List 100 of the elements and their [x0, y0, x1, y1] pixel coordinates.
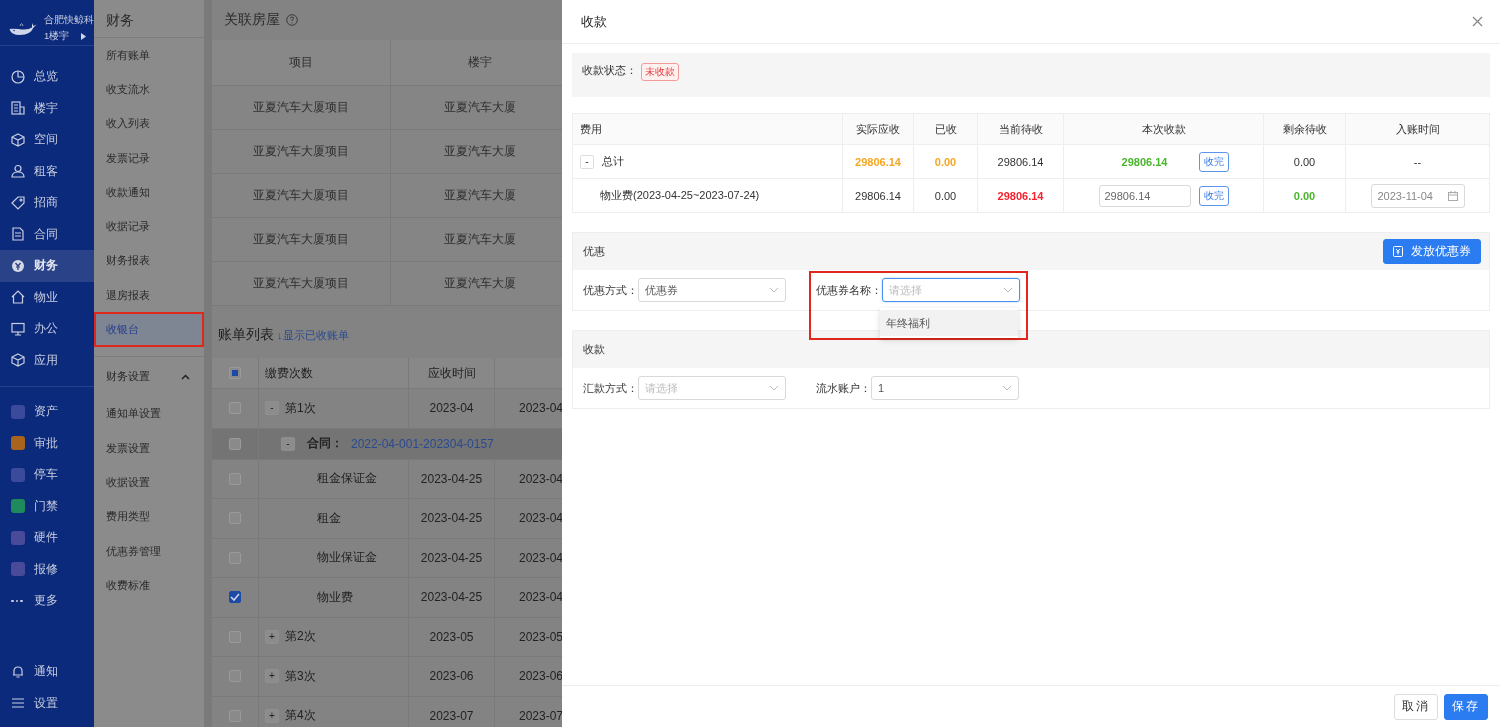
expand-toggle[interactable]: -	[265, 401, 279, 416]
submenu-item[interactable]: 收银台	[94, 312, 204, 347]
app-item[interactable]: 审批	[0, 427, 94, 459]
submenu-item[interactable]: 所有账单	[94, 38, 204, 73]
table-cell-text: --	[1412, 154, 1423, 170]
table-cell-text: 2023-06	[518, 668, 562, 686]
select-all-checkbox[interactable]	[229, 367, 241, 379]
row-checkbox[interactable]	[229, 437, 241, 450]
table-cell: 2023-04-25	[409, 459, 495, 498]
expand-toggle[interactable]: +	[265, 669, 279, 684]
field-label: 优惠券名称：	[816, 282, 882, 298]
submenu-item[interactable]: 发票记录	[94, 140, 204, 176]
nav-item[interactable]: 总览	[0, 61, 94, 93]
nav-item[interactable]: 合同	[0, 218, 94, 250]
table-cell: 2023-04	[409, 389, 495, 428]
chevron-icon	[769, 385, 779, 391]
caret-icon	[81, 33, 87, 40]
column-header: 本次收款	[1064, 114, 1264, 144]
panel-title: 收款	[583, 342, 605, 357]
collect-all-button[interactable]: 收完	[1198, 185, 1229, 206]
app-item[interactable]: 资产	[0, 396, 94, 428]
submenu-item[interactable]: 收支流水	[94, 72, 204, 107]
submenu-item[interactable]: 收据记录	[94, 209, 204, 244]
status-tag: 未收款	[641, 63, 679, 81]
table-cell-text: 物业费	[316, 588, 353, 606]
more-item[interactable]: 更多	[0, 585, 94, 617]
submenu-item[interactable]: 收费标准	[94, 568, 204, 603]
submenu-item[interactable]: 优惠券管理	[94, 533, 204, 569]
table-cell: 0.00	[914, 145, 978, 178]
column-header: 应收时间	[409, 358, 495, 388]
submenu-item[interactable]: 收款通知	[94, 175, 204, 210]
issue-coupon-button[interactable]: 发放优惠券	[1383, 239, 1481, 264]
nav-item[interactable]: 物业	[0, 281, 94, 313]
nav-item[interactable]: 招商	[0, 187, 94, 219]
table-cell-text: 2023-04	[518, 510, 562, 528]
pie-chart-icon	[11, 69, 25, 84]
table-cell: 亚夏汽车大厦项目	[212, 262, 391, 305]
field-label: 汇款方式：	[583, 380, 638, 396]
app-item[interactable]: 停车	[0, 459, 94, 491]
table-cell: 29806.14	[978, 179, 1064, 212]
close-icon[interactable]	[1472, 16, 1483, 27]
drawer-title: 收款	[581, 12, 607, 31]
table-cell: 2023-06	[409, 657, 495, 696]
submenu-group-header[interactable]: 财务设置	[94, 355, 204, 397]
nav-item[interactable]: 财务	[0, 250, 94, 282]
amount-input[interactable]: 29806.14	[1098, 184, 1191, 207]
nav-item[interactable]: 楼宇	[0, 92, 94, 124]
field-label: 优惠方式：	[583, 282, 638, 298]
collapse-toggle[interactable]: -	[580, 154, 594, 169]
column-header: 实际应收	[843, 114, 914, 144]
collapse-toggle[interactable]: -	[281, 436, 295, 451]
nav-item[interactable]: 租客	[0, 155, 94, 187]
monitor-icon	[11, 321, 25, 336]
column-header: 项目	[212, 40, 391, 85]
app-item[interactable]: 门禁	[0, 490, 94, 522]
table-cell: 29806.14	[978, 145, 1064, 178]
coupon-icon	[1393, 246, 1403, 257]
cancel-button[interactable]: 取消	[1394, 693, 1438, 720]
nav-item[interactable]: 通知	[0, 656, 94, 688]
submenu-item[interactable]: 发票设置	[94, 430, 204, 466]
submenu-item[interactable]: 费用类型	[94, 499, 204, 534]
column-header: 剩余待收	[1264, 114, 1346, 144]
expand-toggle[interactable]: +	[265, 629, 279, 644]
table-cell-text: 2023-05	[518, 628, 562, 646]
chevron-icon	[1003, 287, 1013, 293]
expand-toggle[interactable]: +	[265, 708, 279, 723]
table-cell: 2023-05	[409, 617, 495, 656]
row-checkbox[interactable]	[229, 591, 241, 604]
column-header: 已收	[914, 114, 978, 144]
tag-icon	[11, 195, 25, 210]
submenu-item[interactable]: 收入列表	[94, 106, 204, 141]
date-picker[interactable]: 2023-11-04	[1370, 183, 1465, 208]
submenu-item[interactable]: 通知单设置	[94, 396, 204, 431]
table-cell-text: 29806.14	[1120, 155, 1169, 168]
nav-item[interactable]: 办公	[0, 313, 94, 345]
account-select[interactable]: 1	[871, 376, 1019, 400]
nav-item[interactable]: 设置	[0, 687, 94, 719]
dropdown-option[interactable]: 年终福利	[880, 310, 1018, 336]
table-cell-text: 物业费(2023-04-25~2023-07-24)	[599, 188, 760, 203]
column-header: 入账时间	[1394, 121, 1441, 137]
discount-method-select[interactable]: 优惠券	[638, 278, 786, 302]
cube-icon	[11, 132, 25, 147]
column-header: 缴费次数	[259, 358, 409, 388]
save-button[interactable]: 保存	[1444, 693, 1488, 720]
scope-switcher[interactable]: 1楼宇	[44, 30, 94, 43]
app-item[interactable]: 报修	[0, 553, 94, 585]
submenu-item[interactable]: 退房报表	[94, 278, 204, 313]
table-cell: 29806.14	[843, 145, 914, 178]
table-cell: 总计	[602, 154, 624, 169]
yen-coin-icon	[11, 258, 25, 273]
table-cell: 0.00	[1264, 179, 1346, 212]
bell-icon	[11, 664, 25, 679]
column-header: 费用	[573, 114, 843, 144]
field-label: 流水账户：	[816, 380, 871, 396]
nav-item[interactable]: 空间	[0, 124, 94, 156]
app-item[interactable]: 硬件	[0, 522, 94, 554]
submenu-item[interactable]: 收据设置	[94, 465, 204, 500]
nav-item[interactable]: 应用	[0, 344, 94, 376]
submenu-item[interactable]: 财务报表	[94, 243, 204, 279]
collect-all-button[interactable]: 收完	[1198, 151, 1229, 172]
